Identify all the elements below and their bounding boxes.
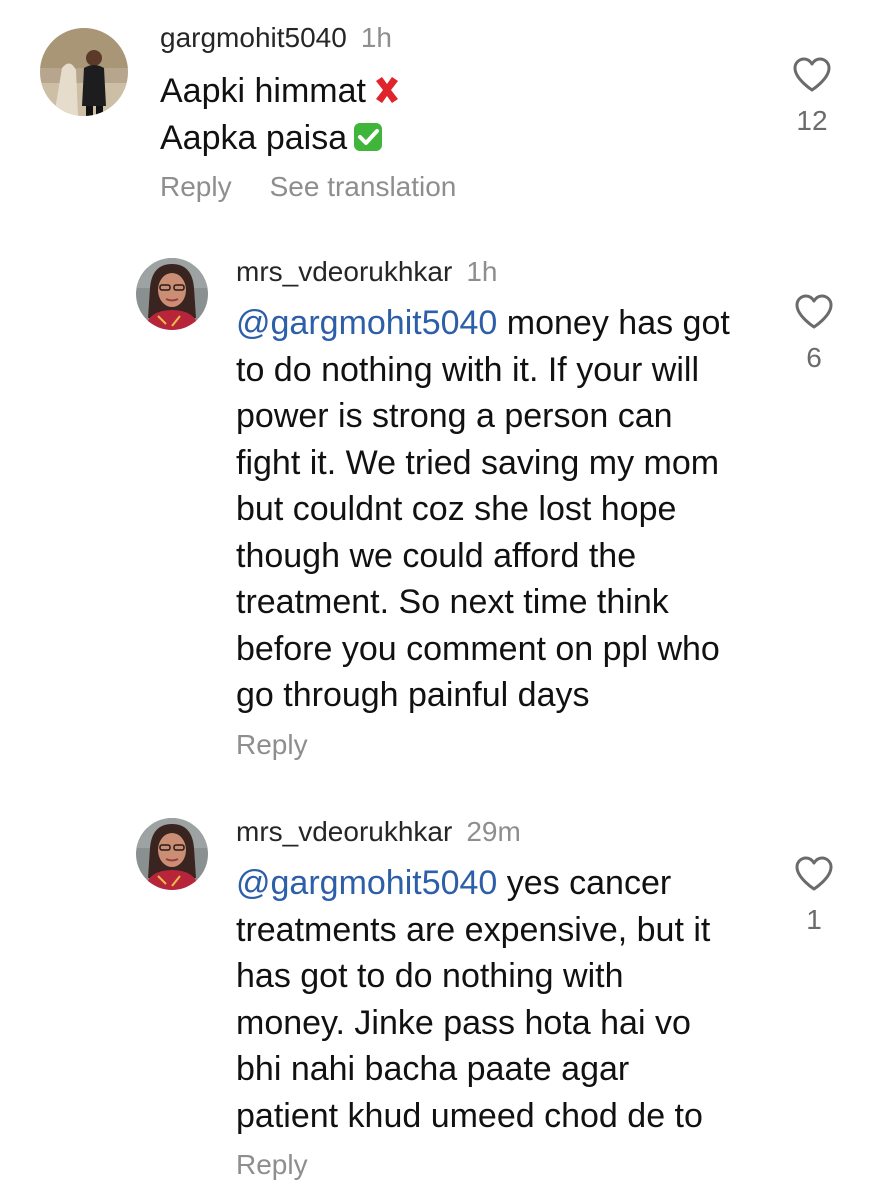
like-count: 6 <box>806 342 822 373</box>
comment-line: but couldnt coz she lost hope <box>236 490 677 528</box>
comment-body: gargmohit5040 1h Aapki himmat Aapka paisa… <box>160 24 456 201</box>
comment-line: Aapka paisa <box>160 115 456 162</box>
comment-meta: mrs_vdeorukhkar 29m <box>236 818 710 846</box>
comment-line: bhi nahi bacha paate agar <box>236 1050 630 1088</box>
like-control[interactable]: 1 <box>784 856 844 934</box>
comment-line: fight it. We tried saving my mom <box>236 443 720 482</box>
mention-link[interactable]: @gargmohit5040 <box>236 864 497 902</box>
heart-icon[interactable] <box>784 294 844 330</box>
like-count: 1 <box>806 904 822 935</box>
like-control[interactable]: 12 <box>782 57 842 135</box>
comment-meta: gargmohit5040 1h <box>160 24 456 52</box>
comment-line: @gargmohit5040 yes cancer <box>236 864 672 902</box>
cross-mark-icon <box>372 71 402 103</box>
avatar[interactable] <box>136 258 208 330</box>
comment-actions: Reply <box>236 1151 710 1179</box>
timestamp: 29m <box>466 816 521 847</box>
comment-body: mrs_vdeorukhkar 1h @gargmohit5040 money h… <box>236 258 730 759</box>
comment-line: before you comment on ppl who <box>236 629 720 668</box>
like-control[interactable]: 6 <box>784 294 844 372</box>
comment-actions: Reply <box>236 730 730 759</box>
comment-text: @gargmohit5040 yes cancer treatments are… <box>236 860 710 1139</box>
heart-icon[interactable] <box>782 57 842 93</box>
see-translation-button[interactable]: See translation <box>270 173 457 201</box>
comment-line: treatments are expensive, but it <box>236 910 711 949</box>
username[interactable]: mrs_vdeorukhkar <box>236 816 452 847</box>
avatar[interactable] <box>40 28 128 116</box>
comment-line: Aapki himmat <box>160 68 456 115</box>
comment-line: though we could afford the <box>236 536 637 575</box>
reply-button[interactable]: Reply <box>236 730 308 759</box>
comment-body: mrs_vdeorukhkar 29m @gargmohit5040 yes ca… <box>236 818 710 1179</box>
comment-item: mrs_vdeorukhkar 1h @gargmohit5040 money h… <box>0 240 882 780</box>
comment-line: money. Jinke pass hota hai vo <box>236 1003 691 1042</box>
comment-line: power is strong a person can <box>236 397 673 435</box>
username[interactable]: mrs_vdeorukhkar <box>236 256 452 287</box>
mention-link[interactable]: @gargmohit5040 <box>236 304 497 342</box>
comment-actions: Reply See translation <box>160 173 456 201</box>
check-mark-icon <box>353 118 383 151</box>
username[interactable]: gargmohit5040 <box>160 22 347 53</box>
avatar[interactable] <box>136 818 208 890</box>
comment-line: go through painful days <box>236 676 590 714</box>
comment-item: gargmohit5040 1h Aapki himmat Aapka paisa… <box>0 0 882 220</box>
comment-meta: mrs_vdeorukhkar 1h <box>236 258 730 286</box>
comment-line: patient khud umeed chod de to <box>236 1096 703 1135</box>
like-count: 12 <box>796 105 828 136</box>
comment-line: has got to do nothing with <box>236 957 624 995</box>
heart-icon[interactable] <box>784 856 844 892</box>
comment-text: @gargmohit5040 money has got to do nothi… <box>236 300 730 719</box>
comment-text: Aapki himmat Aapka paisa <box>160 68 456 161</box>
reply-button[interactable]: Reply <box>236 1151 308 1179</box>
timestamp: 1h <box>360 22 392 53</box>
reply-button[interactable]: Reply <box>160 173 232 201</box>
comment-line: treatment. So next time think <box>236 583 669 621</box>
comment-line: to do nothing with it. If your will <box>236 350 700 389</box>
comment-item: mrs_vdeorukhkar 29m @gargmohit5040 yes ca… <box>0 800 882 1200</box>
timestamp: 1h <box>466 256 498 287</box>
comment-line: @gargmohit5040 money has got <box>236 304 730 342</box>
